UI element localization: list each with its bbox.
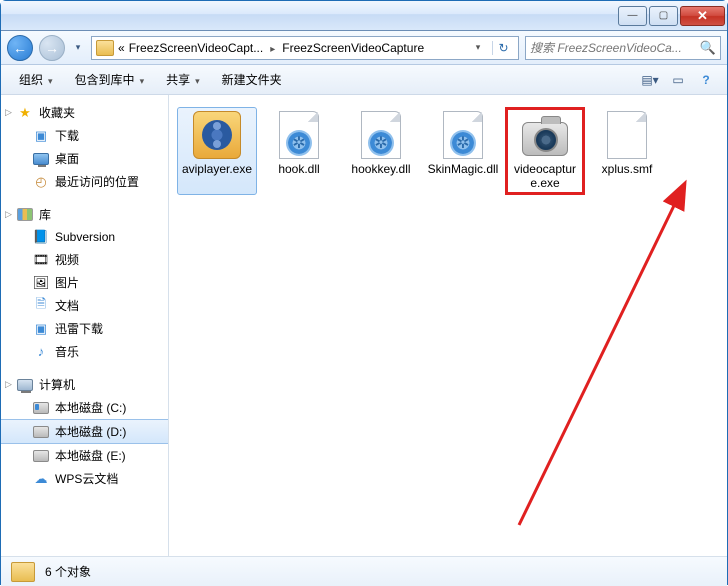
disk-icon [33,424,49,440]
dll-icon [439,111,487,159]
music-icon: ♪ [33,344,49,360]
dll-icon [275,111,323,159]
file-name: xplus.smf [602,163,653,177]
status-bar: 6 个对象 [1,556,727,586]
sidebar-item-xunlei[interactable]: ▣迅雷下载 [1,317,168,340]
file-name: SkinMagic.dll [428,163,499,177]
annotation-arrow [469,175,728,535]
search-icon: 🔍 [700,40,716,56]
svn-icon: 📘 [33,229,49,245]
status-text: 6 个对象 [45,563,91,580]
picture-icon: 🖼 [33,275,49,291]
file-list[interactable]: aviplayer.exe hook.dll hookkey.dll SkinM… [169,95,727,556]
sidebar-item-recent[interactable]: ◴最近访问的位置 [1,170,168,193]
help-button[interactable]: ? [693,69,719,91]
sidebar-label: 计算机 [39,376,75,393]
folder-icon [11,562,35,582]
sidebar-item-subversion[interactable]: 📘Subversion [1,226,168,248]
file-name: hookkey.dll [351,163,410,177]
sidebar-item-documents[interactable]: 🗎文档 [1,294,168,317]
chevron-right-icon[interactable] [267,41,278,55]
maximize-button[interactable]: ▢ [649,6,678,26]
main-area: ▷ ★ 收藏夹 ▣下载 桌面 ◴最近访问的位置 ▷ 库 📘Subversion … [1,95,727,556]
collapse-icon: ▷ [5,209,12,220]
sidebar-item-disk-d[interactable]: 本地磁盘 (D:) [1,419,168,444]
file-item-highlighted[interactable]: videocapture.exe [505,107,585,195]
organize-menu[interactable]: 组织 [9,68,63,91]
navigation-pane: ▷ ★ 收藏夹 ▣下载 桌面 ◴最近访问的位置 ▷ 库 📘Subversion … [1,95,169,556]
forward-button[interactable]: → [39,35,65,61]
sidebar-item-music[interactable]: ♪音乐 [1,340,168,363]
new-folder-button[interactable]: 新建文件夹 [212,68,292,91]
titlebar: — ▢ ✕ [1,1,727,31]
file-item[interactable]: hook.dll [259,107,339,195]
address-dropdown[interactable]: ▾ [468,42,488,53]
file-item[interactable]: SkinMagic.dll [423,107,503,195]
breadcrumb-2[interactable]: FreezScreenVideoCapture [282,41,424,55]
file-item[interactable]: aviplayer.exe [177,107,257,195]
folder-icon [96,40,114,56]
sidebar-label: 库 [39,206,51,223]
navigation-bar: ← → ▾ « FreezScreenVideoCapt... FreezScr… [1,31,727,65]
disk-icon [33,400,49,416]
breadcrumb-prefix: « [118,41,125,55]
document-icon: 🗎 [33,298,49,314]
sidebar-item-desktop[interactable]: 桌面 [1,147,168,170]
address-bar[interactable]: « FreezScreenVideoCapt... FreezScreenVid… [91,36,519,60]
download-icon: ▣ [33,321,49,337]
sidebar-item-disk-c[interactable]: 本地磁盘 (C:) [1,396,168,419]
view-options-button[interactable]: ▤▾ [637,69,663,91]
sidebar-item-pictures[interactable]: 🖼图片 [1,271,168,294]
search-input[interactable] [530,41,696,55]
share-menu[interactable]: 共享 [156,68,210,91]
desktop-icon [33,151,49,167]
sidebar-item-videos[interactable]: 🎞视频 [1,248,168,271]
sidebar-label: 收藏夹 [39,104,75,121]
computer-icon [17,377,33,393]
toolbar: 组织 包含到库中 共享 新建文件夹 ▤▾ ▭ ? [1,65,727,95]
camera-exe-icon [521,111,569,159]
breadcrumb-1[interactable]: FreezScreenVideoCapt... [129,41,264,55]
sidebar-group-favorites[interactable]: ▷ ★ 收藏夹 [1,101,168,124]
sidebar-item-disk-e[interactable]: 本地磁盘 (E:) [1,444,168,467]
star-icon: ★ [17,105,33,121]
exe-icon [193,111,241,159]
file-name: videocapture.exe [509,163,581,191]
download-icon: ▣ [33,128,49,144]
disk-icon [33,448,49,464]
back-button[interactable]: ← [7,35,33,61]
file-name: aviplayer.exe [182,163,252,177]
refresh-button[interactable]: ↻ [492,41,514,55]
cloud-icon: ☁ [33,471,49,487]
minimize-button[interactable]: — [618,6,647,26]
sidebar-group-computer[interactable]: ▷ 计算机 [1,373,168,396]
sidebar-group-libraries[interactable]: ▷ 库 [1,203,168,226]
close-button[interactable]: ✕ [680,6,725,26]
sidebar-item-wps-cloud[interactable]: ☁WPS云文档 [1,467,168,490]
history-dropdown[interactable]: ▾ [71,38,85,58]
dll-icon [357,111,405,159]
collapse-icon: ▷ [5,107,12,118]
file-item[interactable]: xplus.smf [587,107,667,195]
recent-icon: ◴ [33,174,49,190]
blank-file-icon [603,111,651,159]
search-box[interactable]: 🔍 [525,36,721,60]
preview-pane-button[interactable]: ▭ [665,69,691,91]
file-item[interactable]: hookkey.dll [341,107,421,195]
include-in-library-menu[interactable]: 包含到库中 [65,68,155,91]
video-icon: 🎞 [33,252,49,268]
sidebar-item-downloads[interactable]: ▣下载 [1,124,168,147]
collapse-icon: ▷ [5,379,12,390]
file-name: hook.dll [278,163,319,177]
libraries-icon [17,207,33,223]
